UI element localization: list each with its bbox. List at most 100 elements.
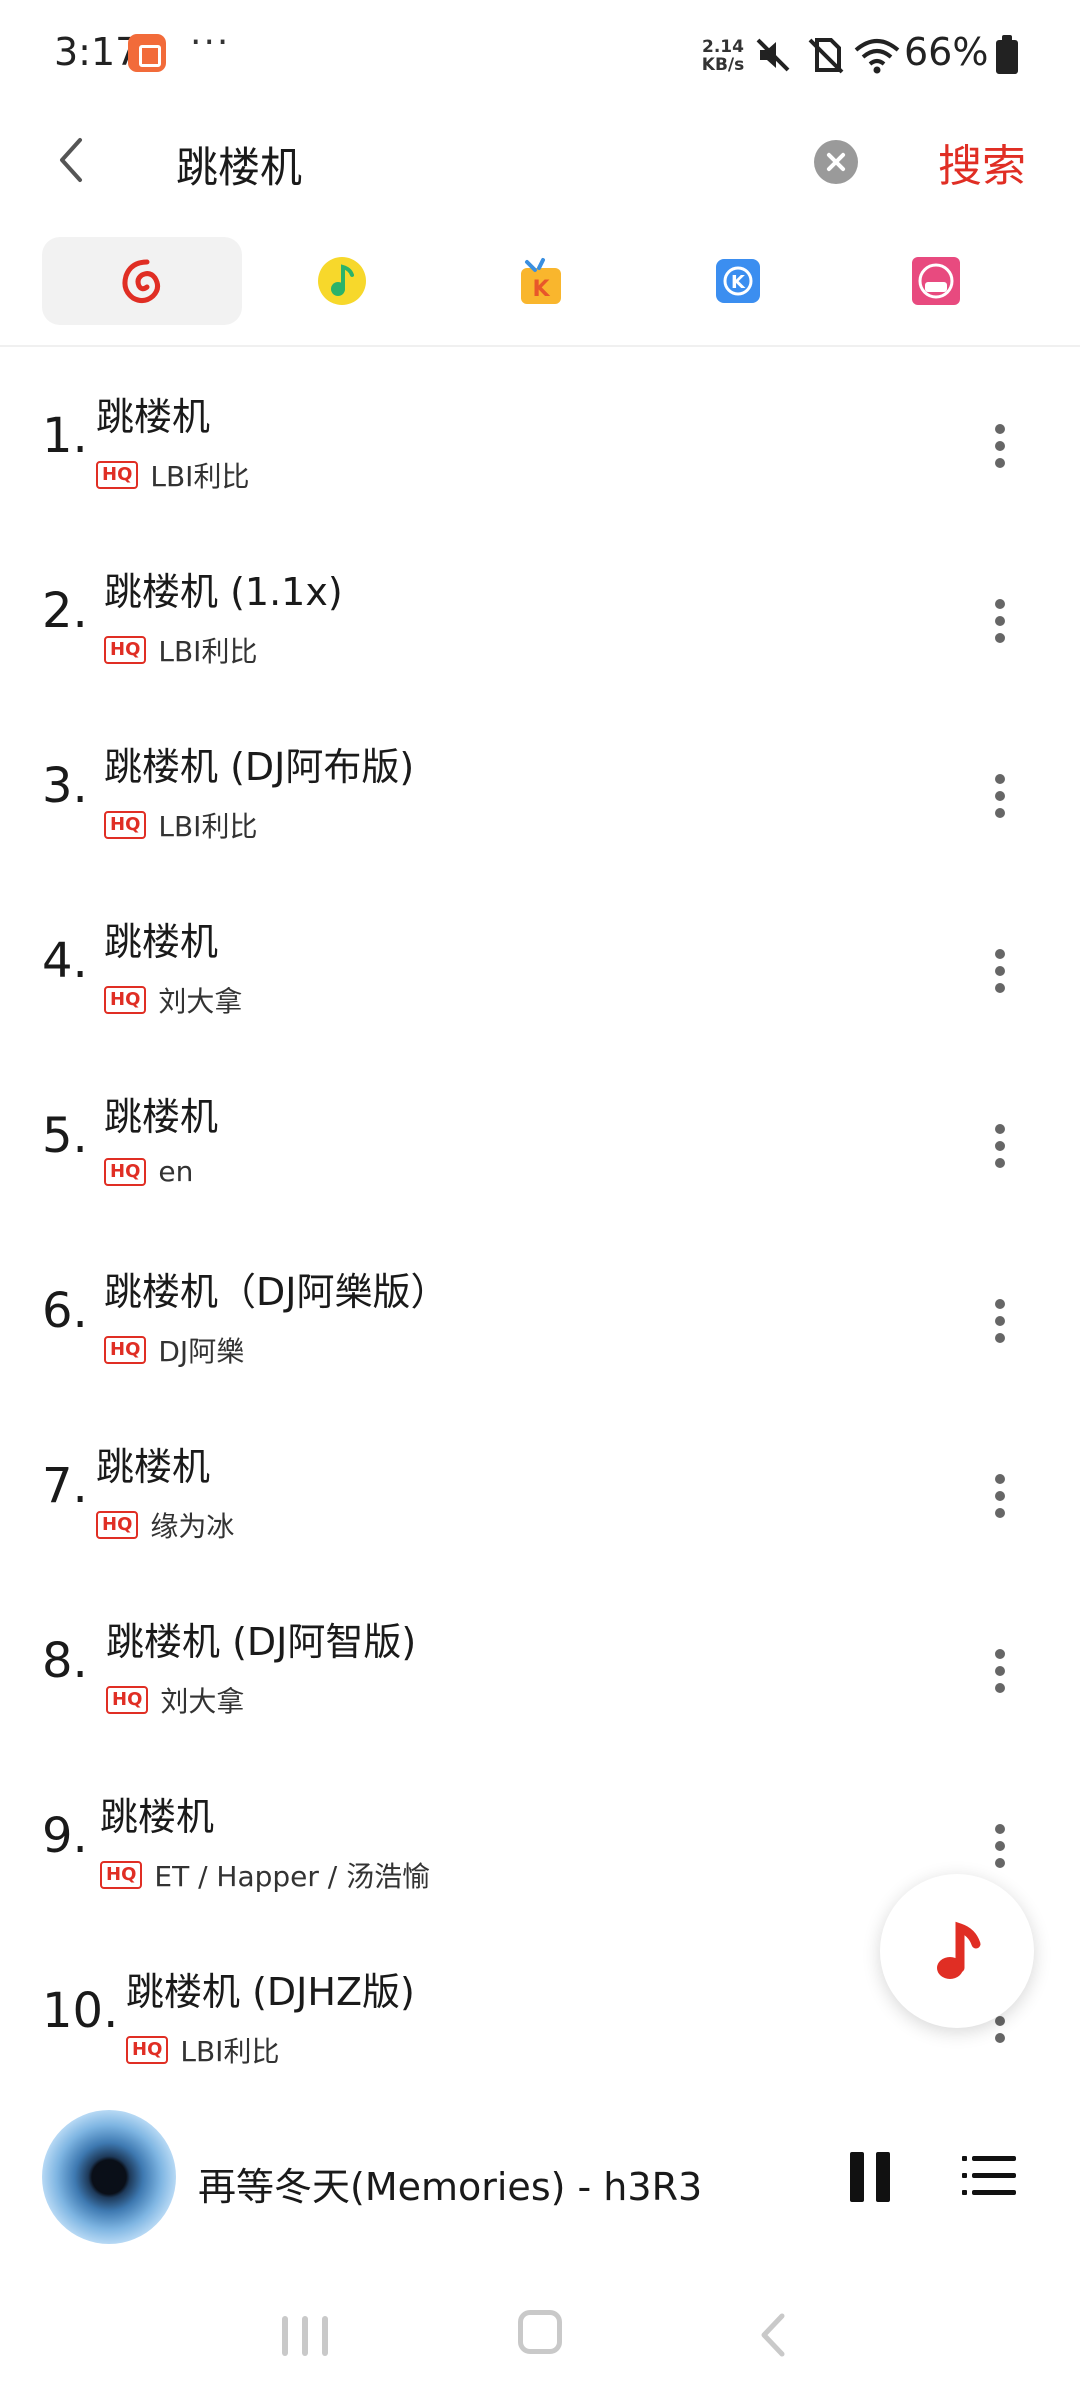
list-item[interactable]: 2. 跳楼机 (1.1x) HQ LBI利比 <box>0 531 1080 706</box>
tab-kugou-music[interactable]: K <box>638 237 838 325</box>
hq-badge: HQ <box>104 636 147 664</box>
hq-badge: HQ <box>104 1336 147 1364</box>
svg-text:K: K <box>731 272 746 293</box>
song-index: 10. <box>42 1983 119 2039</box>
song-index: 4. <box>42 933 88 989</box>
song-index: 8. <box>42 1633 88 1689</box>
status-time: 3:17 <box>54 30 140 74</box>
now-playing-title[interactable]: 再等冬天(Memories) - h3R3 <box>198 2156 702 2211</box>
clear-search-icon[interactable] <box>814 140 858 184</box>
song-meta: HQ LBI利比 <box>96 455 249 495</box>
song-title: 跳楼机 <box>104 920 219 964</box>
song-artist: LBI利比 <box>150 460 250 493</box>
search-input[interactable]: 跳楼机 <box>176 134 302 195</box>
mini-player[interactable]: 再等冬天(Memories) - h3R3 <box>0 2100 1080 2250</box>
song-artist: 刘大拿 <box>160 1685 245 1718</box>
song-title: 跳楼机 (DJHZ版) <box>126 1970 415 2014</box>
more-options-icon[interactable] <box>984 591 1016 651</box>
pause-icon[interactable] <box>848 2152 892 2202</box>
list-item[interactable]: 3. 跳楼机 (DJ阿布版) HQ LBI利比 <box>0 706 1080 881</box>
more-options-icon[interactable] <box>984 1291 1016 1351</box>
song-info: 跳楼机 HQ 刘大拿 <box>104 911 242 1020</box>
song-info: 跳楼机 (DJHZ版) HQ LBI利比 <box>126 1961 415 2070</box>
song-artist: 刘大拿 <box>158 985 243 1018</box>
song-info: 跳楼机 HQ 缘为冰 <box>96 1436 234 1545</box>
more-options-icon[interactable] <box>984 416 1016 476</box>
hq-badge: HQ <box>104 811 147 839</box>
song-index: 5. <box>42 1108 88 1164</box>
more-options-icon[interactable] <box>984 766 1016 826</box>
floating-music-button[interactable] <box>880 1874 1034 2028</box>
hq-badge: HQ <box>96 1511 139 1539</box>
song-meta: HQ ET / Happer / 汤浩愉 <box>100 1855 430 1895</box>
song-index: 7. <box>42 1458 88 1514</box>
search-bar: 跳楼机 搜索 <box>0 110 1080 215</box>
tab-kuwo-music[interactable]: K <box>440 237 640 325</box>
song-index: 3. <box>42 758 88 814</box>
system-nav-bar <box>0 2280 1080 2400</box>
song-meta: HQ LBI利比 <box>104 630 343 670</box>
list-item[interactable]: 1. 跳楼机 HQ LBI利比 <box>0 356 1080 531</box>
network-speed: 2.14 KB/s <box>696 38 750 74</box>
tab-qq-music[interactable] <box>242 237 442 325</box>
album-cover[interactable] <box>42 2110 176 2244</box>
list-item[interactable]: 8. 跳楼机 (DJ阿智版) HQ 刘大拿 <box>0 1581 1080 1756</box>
song-title: 跳楼机 (DJ阿智版) <box>106 1620 417 1664</box>
nav-back-icon[interactable] <box>752 2310 796 2360</box>
list-item[interactable]: 4. 跳楼机 HQ 刘大拿 <box>0 881 1080 1056</box>
song-index: 6. <box>42 1283 88 1339</box>
song-title: 跳楼机 <box>96 1445 211 1489</box>
song-artist: ET / Happer / 汤浩愉 <box>154 1860 431 1893</box>
status-bar: 3:17 ··· 2.14 KB/s 66% <box>0 0 1080 110</box>
more-options-icon[interactable] <box>984 1816 1016 1876</box>
search-button[interactable]: 搜索 <box>938 130 1026 194</box>
divider <box>0 345 1080 347</box>
list-item[interactable]: 6. 跳楼机（DJ阿樂版） HQ DJ阿樂 <box>0 1231 1080 1406</box>
migu-music-icon <box>912 257 960 305</box>
song-meta: HQ DJ阿樂 <box>104 1330 448 1370</box>
hq-badge: HQ <box>126 2036 169 2064</box>
recent-apps-icon[interactable] <box>282 2316 332 2356</box>
song-info: 跳楼机 HQ LBI利比 <box>96 386 249 495</box>
wifi-icon <box>854 39 900 74</box>
hq-badge: HQ <box>100 1861 143 1889</box>
song-info: 跳楼机 (1.1x) HQ LBI利比 <box>104 561 343 670</box>
battery-icon <box>996 35 1018 74</box>
more-options-icon[interactable] <box>984 1116 1016 1176</box>
no-sim-icon <box>808 38 844 74</box>
list-item[interactable]: 5. 跳楼机 HQ en <box>0 1056 1080 1231</box>
song-title: 跳楼机 (1.1x) <box>104 570 343 614</box>
more-notifications-icon: ··· <box>190 22 231 63</box>
hq-badge: HQ <box>96 461 139 489</box>
song-info: 跳楼机 HQ en <box>104 1086 218 1188</box>
song-meta: HQ LBI利比 <box>104 805 414 845</box>
more-options-icon[interactable] <box>984 1466 1016 1526</box>
hq-badge: HQ <box>104 986 147 1014</box>
song-artist: DJ阿樂 <box>158 1335 245 1368</box>
song-title: 跳楼机 (DJ阿布版) <box>104 745 415 789</box>
qq-music-icon <box>318 257 366 305</box>
network-speed-unit: KB/s <box>701 55 745 75</box>
playlist-icon[interactable] <box>962 2154 1018 2198</box>
song-artist: LBI利比 <box>180 2035 280 2068</box>
screen: 3:17 ··· 2.14 KB/s 66% 跳楼机 搜索 K K 1. 跳楼机… <box>0 0 1080 2400</box>
kuwo-music-icon: K <box>521 258 561 304</box>
hq-badge: HQ <box>104 1157 147 1186</box>
song-meta: HQ LBI利比 <box>126 2030 415 2070</box>
music-note-icon <box>937 1921 981 1979</box>
home-icon[interactable] <box>518 2310 562 2354</box>
kugou-music-icon: K <box>716 259 760 303</box>
more-options-icon[interactable] <box>984 941 1016 1001</box>
hq-badge: HQ <box>106 1686 149 1714</box>
song-title: 跳楼机 <box>96 395 211 439</box>
song-info: 跳楼机 (DJ阿布版) HQ LBI利比 <box>104 736 414 845</box>
song-index: 2. <box>42 583 88 639</box>
song-title: 跳楼机 <box>100 1795 215 1839</box>
tab-migu-music[interactable] <box>836 237 1036 325</box>
song-title: 跳楼机（DJ阿樂版） <box>104 1270 449 1314</box>
list-item[interactable]: 7. 跳楼机 HQ 缘为冰 <box>0 1406 1080 1581</box>
back-arrow-icon[interactable] <box>42 130 102 190</box>
song-artist: LBI利比 <box>158 635 258 668</box>
tab-netease-music[interactable] <box>42 237 242 325</box>
more-options-icon[interactable] <box>984 1641 1016 1701</box>
